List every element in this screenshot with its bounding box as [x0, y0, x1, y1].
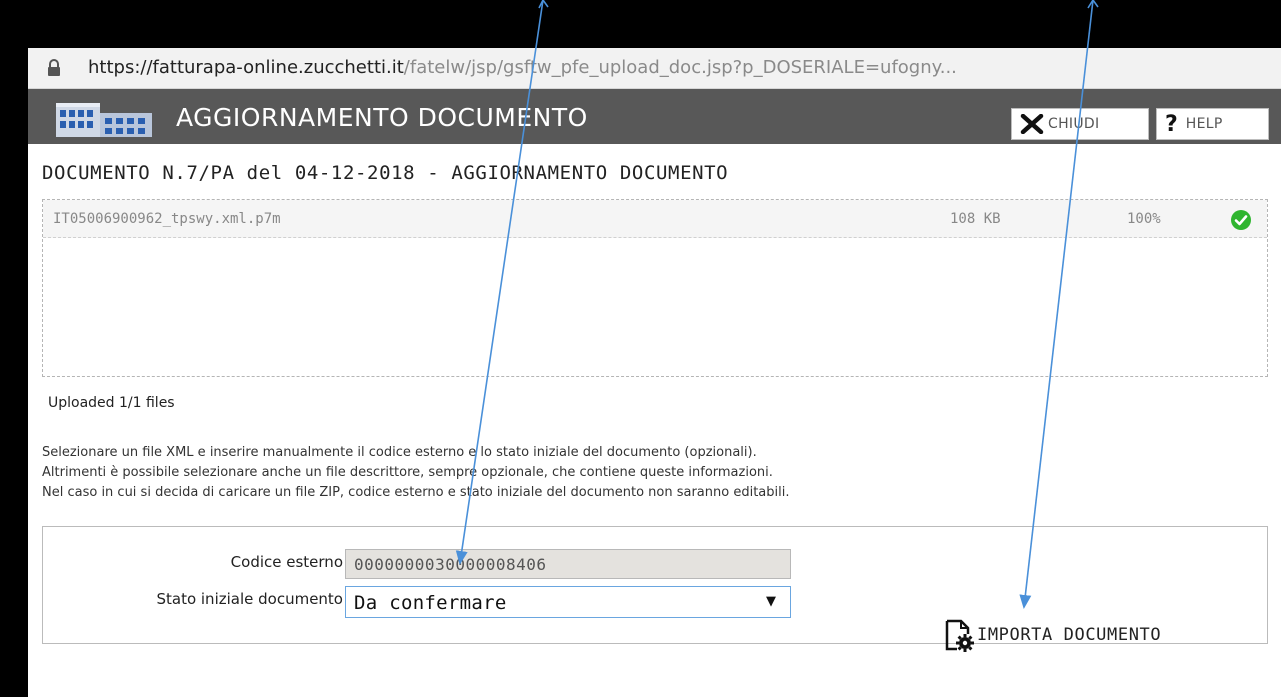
stato-iniziale-label: Stato iniziale documento: [156, 590, 343, 608]
file-name: IT05006900962_tpswy.xml.p7m: [53, 211, 281, 227]
stato-iniziale-value: Da confermare: [354, 592, 507, 614]
popup-window: https://fatturapa-online.zucchetti.it/fa…: [28, 48, 1281, 697]
check-circle-icon: [1231, 210, 1251, 230]
stato-iniziale-select[interactable]: Da confermare ▼: [345, 586, 791, 618]
instruction-line: Selezionare un file XML e inserire manua…: [42, 445, 757, 460]
help-label: HELP: [1185, 116, 1223, 132]
instruction-line: Nel caso in cui si decida di caricare un…: [42, 485, 790, 500]
close-icon: [1020, 114, 1044, 134]
codice-esterno-label: Codice esterno: [230, 553, 343, 571]
file-size: 108 KB: [950, 211, 1001, 227]
help-icon: ?: [1165, 111, 1178, 137]
upload-progress: 100%: [1127, 211, 1161, 227]
lock-icon: [48, 59, 60, 76]
document-title: DOCUMENTO N.7/PA del 04-12-2018 - AGGIOR…: [42, 162, 729, 184]
upload-status: Uploaded 1/1 files: [48, 395, 175, 411]
screen-black-border: [0, 0, 1281, 48]
url-text[interactable]: https://fatturapa-online.zucchetti.it/fa…: [88, 57, 957, 78]
instructions-text: Selezionare un file XML e inserire manua…: [42, 443, 790, 503]
import-document-button[interactable]: IMPORTA DOCUMENTO: [941, 615, 1161, 655]
close-label: CHIUDI: [1048, 116, 1100, 132]
building-icon: [56, 103, 152, 137]
dialog-title: AGGIORNAMENTO DOCUMENTO: [176, 103, 588, 132]
instruction-line: Altrimenti è possibile selezionare anche…: [42, 465, 773, 480]
url-host: https://fatturapa-online.zucchetti.it: [88, 57, 404, 78]
help-button[interactable]: ? HELP: [1156, 108, 1269, 140]
import-document-label: IMPORTA DOCUMENTO: [977, 625, 1162, 645]
codice-esterno-input[interactable]: [345, 549, 791, 579]
upload-dropzone[interactable]: IT05006900962_tpswy.xml.p7m 108 KB 100%: [42, 199, 1268, 377]
dropdown-arrow-icon: ▼: [766, 594, 776, 609]
document-gear-icon: [945, 619, 974, 652]
uploaded-file-row: IT05006900962_tpswy.xml.p7m 108 KB 100%: [43, 200, 1267, 238]
browser-url-bar[interactable]: https://fatturapa-online.zucchetti.it/fa…: [28, 48, 1281, 89]
url-path: /fatelw/jsp/gsftw_pfe_upload_doc.jsp?p_D…: [403, 57, 957, 78]
close-button[interactable]: CHIUDI: [1011, 108, 1149, 140]
